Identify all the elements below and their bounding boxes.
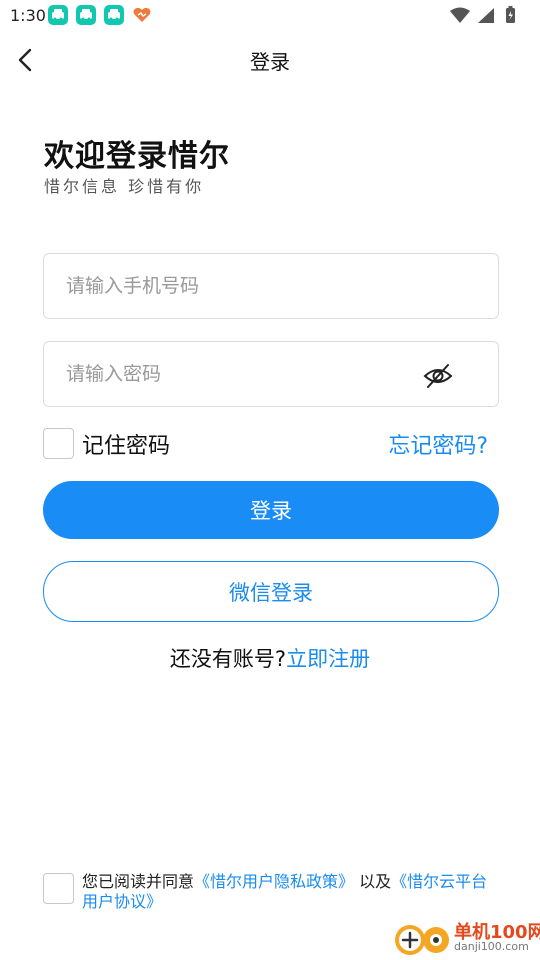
system-status-icons xyxy=(450,6,515,23)
register-prompt: 还没有账号? xyxy=(169,647,287,671)
agreement-checkbox[interactable] xyxy=(43,873,74,904)
agreement-prefix: 您已阅读并同意 xyxy=(82,872,195,891)
page-title: 登录 xyxy=(250,50,290,74)
watermark-logo-icon xyxy=(395,925,449,955)
agreement-middle: 以及 xyxy=(354,872,392,891)
privacy-policy-link[interactable]: 《惜尔用户隐私政策》 xyxy=(194,872,354,891)
status-bar: 1:30 xyxy=(0,0,540,32)
toggle-password-visibility-button[interactable] xyxy=(422,360,454,392)
phone-field xyxy=(43,253,499,319)
welcome-slogan: 惜尔信息 珍惜有你 xyxy=(44,177,205,196)
heart-app-notification-icon xyxy=(132,5,152,25)
remember-password-checkbox[interactable] xyxy=(43,428,74,459)
status-time: 1:30 xyxy=(10,6,46,25)
eye-off-icon xyxy=(423,364,453,388)
car-app-notification-icon xyxy=(104,5,124,25)
password-input[interactable] xyxy=(66,342,406,406)
agreement-text: 您已阅读并同意《惜尔用户隐私政策》 以及《惜尔云平台用户协议》 xyxy=(82,872,502,912)
forgot-password-link[interactable]: 忘记密码? xyxy=(388,428,488,460)
watermark-url: danji100.com xyxy=(454,940,529,953)
title-bar: 登录 xyxy=(0,32,540,88)
register-row: 还没有账号?立即注册 xyxy=(0,643,540,673)
watermark: 单机100网 danji100.com xyxy=(392,916,540,960)
welcome-heading: 欢迎登录惜尔 xyxy=(44,139,230,174)
wechat-login-button[interactable]: 微信登录 xyxy=(43,561,499,622)
car-app-notification-icon xyxy=(76,5,96,25)
phone-input[interactable] xyxy=(66,254,406,318)
password-field xyxy=(43,341,499,407)
car-app-notification-icon xyxy=(48,5,68,25)
login-button[interactable]: 登录 xyxy=(43,481,499,539)
remember-password-label: 记住密码 xyxy=(82,434,171,459)
register-link[interactable]: 立即注册 xyxy=(286,647,370,671)
